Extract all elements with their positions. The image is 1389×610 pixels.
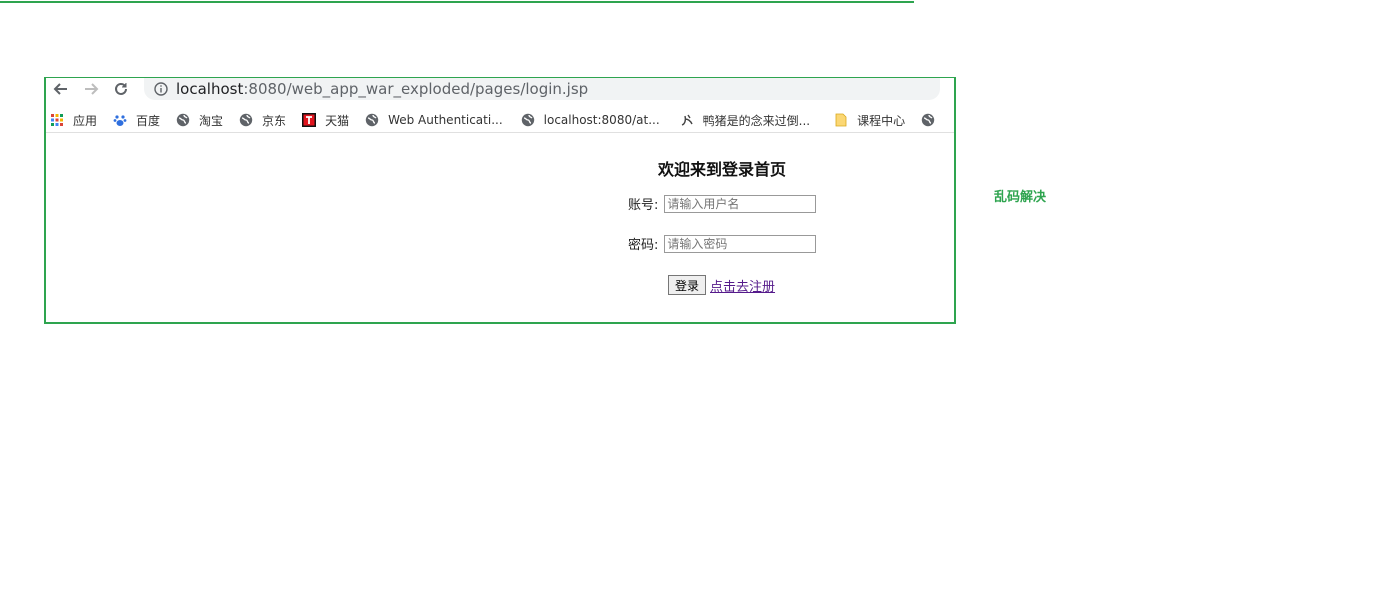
bookmark-label: localhost:8080/at... xyxy=(543,113,660,127)
globe-icon xyxy=(521,113,534,127)
login-page: 欢迎来到登录首页 账号: 密码: 登录 点击去注册 xyxy=(46,138,954,318)
apps-grid-icon xyxy=(51,114,63,126)
bookmark-label: 应用 xyxy=(73,113,98,128)
back-button[interactable] xyxy=(46,78,76,100)
url-host: localhost xyxy=(176,80,244,98)
address-bar[interactable]: localhost:8080/web_app_war_exploded/page… xyxy=(144,78,940,100)
url-path: :8080/web_app_war_exploded/pages/login.j… xyxy=(243,80,589,98)
reload-button[interactable] xyxy=(106,78,136,100)
bookmark-label: 京东 xyxy=(262,113,287,128)
site-icon xyxy=(681,114,693,126)
bookmark-apps[interactable]: 应用 xyxy=(50,112,97,129)
login-button[interactable]: 登录 xyxy=(668,275,707,295)
bookmark-web-authentication[interactable]: Web Authenticati... xyxy=(365,113,503,127)
login-actions: 登录 点击去注册 xyxy=(668,275,775,295)
bookmark-course-center[interactable]: 课程中心 xyxy=(834,112,905,129)
bookmark-label: Web Authenticati... xyxy=(388,113,503,127)
forward-button[interactable] xyxy=(76,78,106,100)
bookmark-label: 百度 xyxy=(136,113,161,128)
bookmark-label: 天猫 xyxy=(325,113,350,128)
username-label: 账号: xyxy=(628,198,659,213)
bookmark-label: 鸭猪是的念来过倒... xyxy=(702,113,811,128)
bookmark-label: 淘宝 xyxy=(199,113,224,128)
password-label: 密码: xyxy=(628,238,659,253)
encoding-fix-note: 乱码解决 xyxy=(994,190,1047,205)
globe-icon xyxy=(176,113,190,127)
globe-icon xyxy=(921,113,935,127)
bookmark-label: 课程中心 xyxy=(857,113,906,128)
browser-screenshot-frame: localhost:8080/web_app_war_exploded/page… xyxy=(44,77,956,324)
folder-icon xyxy=(835,113,847,127)
globe-icon xyxy=(239,113,253,127)
browser-toolbar: localhost:8080/web_app_war_exploded/page… xyxy=(46,78,954,100)
url-text: localhost:8080/web_app_war_exploded/page… xyxy=(176,80,588,98)
bookmark-tmall[interactable]: 天猫 xyxy=(302,112,349,129)
globe-icon xyxy=(365,113,379,127)
bookmark-more[interactable] xyxy=(921,113,944,127)
info-icon xyxy=(154,82,168,96)
bookmark-baidu[interactable]: 百度 xyxy=(113,112,160,129)
arrow-right-icon xyxy=(85,83,99,95)
username-row: 账号: xyxy=(628,194,817,213)
login-title: 欢迎来到登录首页 xyxy=(658,160,787,179)
password-input[interactable] xyxy=(664,234,817,253)
bookmark-site[interactable]: 鸭猪是的念来过倒... xyxy=(680,112,810,129)
top-divider-line xyxy=(0,1,914,3)
password-row: 密码: xyxy=(628,234,817,253)
username-input[interactable] xyxy=(664,194,817,213)
bookmark-localhost[interactable]: localhost:8080/at... xyxy=(521,113,660,127)
reload-icon xyxy=(115,82,127,95)
bookmark-taobao[interactable]: 淘宝 xyxy=(176,112,223,129)
bookmark-jd[interactable]: 京东 xyxy=(239,112,286,129)
baidu-paw-icon xyxy=(113,115,127,126)
arrow-left-icon xyxy=(53,83,67,95)
tmall-icon xyxy=(302,113,317,127)
register-link[interactable]: 点击去注册 xyxy=(710,276,775,295)
bookmarks-bar: 应用 百度 淘宝 京东 天猫 Web Authenticati... local… xyxy=(46,108,954,133)
